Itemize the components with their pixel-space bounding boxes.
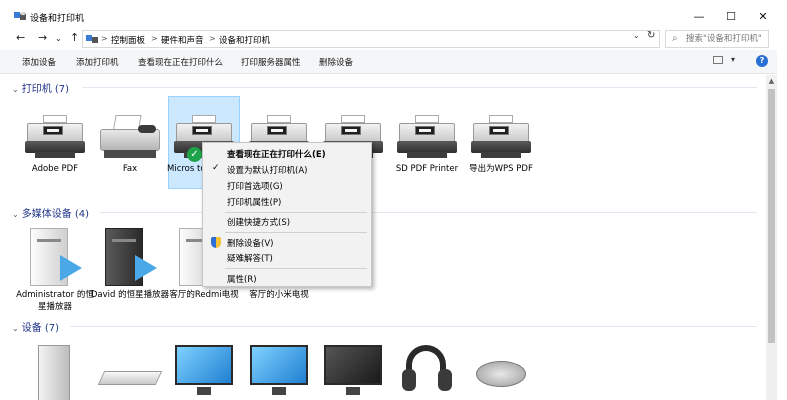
context-menu: 查看现在正在打印什么(E) ✓ 设置为默认打印机(A) 打印首选项(G) 打印机… — [202, 142, 372, 287]
group-header-printers[interactable]: ⌄ 打印机 (7) — [12, 80, 69, 95]
menu-item-printing-preferences[interactable]: 打印首选项(G) — [203, 178, 371, 194]
collapse-chevron-icon[interactable]: ⌄ — [12, 324, 19, 333]
printer-icon — [25, 115, 85, 167]
breadcrumb-separator: > — [151, 34, 158, 43]
search-icon: ⌕ — [672, 33, 678, 44]
play-icon — [135, 255, 157, 281]
uac-shield-icon — [211, 237, 221, 248]
menu-item-set-default[interactable]: ✓ 设置为默认打印机(A) — [203, 162, 371, 178]
keyboard-icon — [97, 371, 163, 385]
device-label: Adobe PDF — [31, 164, 79, 174]
device-label: Fax — [122, 164, 138, 174]
menu-separator — [225, 268, 367, 269]
back-arrow-icon[interactable]: ← — [16, 31, 25, 44]
vertical-scrollbar[interactable]: ▲ — [766, 75, 777, 400]
group-divider — [82, 87, 757, 88]
search-input[interactable] — [686, 32, 766, 46]
forward-arrow-icon[interactable]: → — [38, 31, 47, 44]
monitor-icon — [324, 345, 382, 385]
view-options-chevron-icon[interactable]: ▾ — [731, 55, 735, 64]
menu-item-troubleshoot[interactable]: 疑难解答(T) — [203, 250, 371, 266]
window-title: 设备和打印机 — [30, 14, 85, 24]
group-divider — [100, 212, 757, 213]
monitor-icon — [175, 345, 233, 385]
help-icon[interactable]: ? — [756, 55, 768, 67]
device-label: David 的恒星播放器 — [90, 290, 170, 300]
play-icon — [60, 255, 82, 281]
refresh-icon[interactable]: ↻ — [647, 30, 655, 41]
menu-item-properties[interactable]: 属性(R) — [203, 271, 371, 287]
device-label: SD PDF Printer — [395, 164, 459, 174]
scroll-up-arrow-icon[interactable]: ▲ — [766, 77, 777, 85]
add-printer-button[interactable]: 添加打印机 — [76, 56, 119, 68]
mouse-icon — [476, 361, 526, 387]
menu-item-remove-device[interactable]: 删除设备(V) — [203, 235, 371, 251]
add-device-button[interactable]: 添加设备 — [22, 56, 56, 68]
group-header-devices[interactable]: ⌄ 设备 (7) — [12, 319, 59, 334]
monitor-icon — [250, 345, 308, 385]
breadcrumb-devices-printers[interactable]: 设备和打印机 — [219, 34, 270, 46]
scroll-thumb[interactable] — [768, 89, 775, 343]
device-label: Micros to — [167, 164, 206, 174]
devices-printers-icon — [14, 12, 26, 20]
collapse-chevron-icon[interactable]: ⌄ — [12, 210, 19, 219]
print-server-properties-button[interactable]: 打印服务器属性 — [241, 56, 301, 68]
window-edge — [777, 0, 787, 400]
device-label: 导出为WPS PDF — [469, 164, 533, 174]
device-label: 客厅的小米电视 — [249, 290, 309, 300]
menu-item-see-printing[interactable]: 查看现在正在打印什么(E) — [203, 146, 371, 162]
breadcrumb-separator: > — [209, 34, 216, 43]
recent-locations-chevron-icon[interactable]: ⌄ — [55, 34, 62, 43]
breadcrumb-control-panel[interactable]: 控制面板 — [111, 34, 145, 46]
printer-icon — [471, 115, 531, 167]
up-arrow-icon[interactable]: ↑ — [70, 31, 79, 44]
device-label: 客厅的Redmi电视 — [169, 290, 239, 300]
address-bar: ← → ⌄ ↑ > 控制面板 > 硬件和声音 > 设备和打印机 ⌄ ↻ ⌕ — [0, 28, 787, 50]
remove-device-button[interactable]: 删除设备 — [319, 56, 353, 68]
printer-icon — [397, 115, 457, 167]
address-input[interactable]: > 控制面板 > 硬件和声音 > 设备和打印机 — [82, 30, 660, 48]
search-box[interactable]: ⌕ — [665, 30, 769, 48]
default-printer-check-icon: ✓ — [187, 147, 202, 162]
location-devices-icon — [86, 35, 98, 43]
device-label: Administrator 的恒星播放器 — [16, 290, 94, 312]
command-toolbar: 添加设备 添加打印机 查看现在正在打印什么 打印服务器属性 删除设备 ▾ ? — [0, 50, 787, 74]
collapse-chevron-icon[interactable]: ⌄ — [12, 85, 19, 94]
breadcrumb-separator: > — [101, 34, 108, 43]
menu-separator — [225, 232, 367, 233]
checkmark-icon: ✓ — [212, 163, 220, 173]
change-view-icon[interactable] — [713, 56, 723, 64]
fax-icon — [100, 115, 160, 167]
breadcrumb-hardware-sound[interactable]: 硬件和声音 — [161, 34, 204, 46]
menu-item-printer-properties[interactable]: 打印机属性(P) — [203, 194, 371, 210]
devices-content-pane: ⌄ 打印机 (7) Adobe PDF Fax ✓ Micros to SD PD… — [0, 75, 765, 400]
group-header-multimedia[interactable]: ⌄ 多媒体设备 (4) — [12, 205, 89, 220]
see-whats-printing-button[interactable]: 查看现在正在打印什么 — [138, 56, 223, 68]
menu-separator — [225, 212, 367, 213]
address-dropdown-chevron-icon[interactable]: ⌄ — [633, 31, 640, 40]
menu-item-create-shortcut[interactable]: 创建快捷方式(S) — [203, 214, 371, 230]
computer-icon — [38, 345, 70, 400]
group-divider — [70, 326, 757, 327]
